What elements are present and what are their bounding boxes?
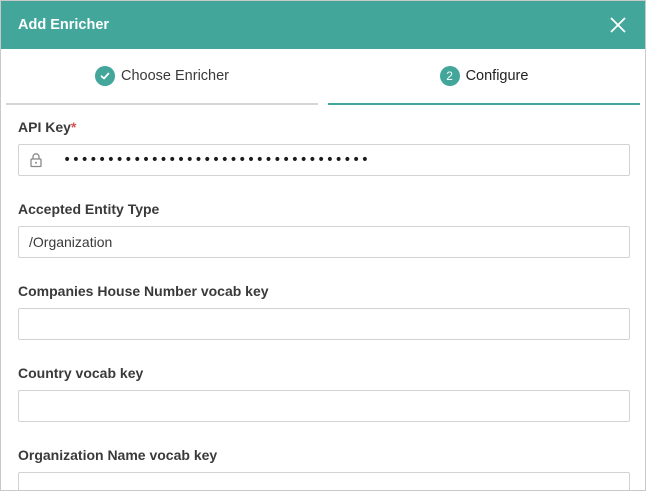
companies-house-number-label: Companies House Number vocab key <box>18 283 269 299</box>
companies-house-number-input[interactable] <box>18 308 630 340</box>
dialog-title: Add Enricher <box>18 17 110 33</box>
accepted-entity-type-label: Accepted Entity Type <box>18 201 160 217</box>
check-icon <box>95 66 115 86</box>
country-vocab-key-label: Country vocab key <box>18 365 144 381</box>
api-key-value: ••••••••••••••••••••••••••••••••••• <box>63 152 370 168</box>
configure-form: API Key* •••••••••••••••••••••••••••••••… <box>1 105 645 490</box>
close-button[interactable] <box>607 14 629 36</box>
step-label: Choose Enricher <box>121 68 229 84</box>
dialog-header: Add Enricher <box>1 1 645 49</box>
add-enricher-dialog: Add Enricher Choose Enricher 2 Configure… <box>0 0 646 491</box>
accepted-entity-type-field: Accepted Entity Type /Organization <box>18 199 630 258</box>
step-choose-enricher[interactable]: Choose Enricher <box>6 49 318 105</box>
organization-name-vocab-key-input[interactable] <box>18 472 630 490</box>
country-vocab-key-field: Country vocab key <box>18 363 630 422</box>
lock-icon <box>29 152 45 168</box>
accepted-entity-type-value: /Organization <box>29 234 113 250</box>
step-number-badge: 2 <box>439 66 460 86</box>
api-key-label: API Key* <box>18 119 77 135</box>
organization-name-vocab-key-label: Organization Name vocab key <box>18 447 218 463</box>
close-icon <box>610 17 626 33</box>
country-vocab-key-input[interactable] <box>18 390 630 422</box>
accepted-entity-type-input[interactable]: /Organization <box>18 226 630 258</box>
wizard-steps: Choose Enricher 2 Configure <box>1 49 645 105</box>
companies-house-number-field: Companies House Number vocab key <box>18 281 630 340</box>
required-mark: * <box>70 119 77 135</box>
step-configure[interactable]: 2 Configure <box>328 49 640 105</box>
api-key-field: API Key* •••••••••••••••••••••••••••••••… <box>18 117 630 176</box>
step-label: Configure <box>465 68 529 84</box>
organization-name-vocab-key-field: Organization Name vocab key <box>18 445 630 490</box>
api-key-input[interactable]: ••••••••••••••••••••••••••••••••••• <box>18 144 630 176</box>
